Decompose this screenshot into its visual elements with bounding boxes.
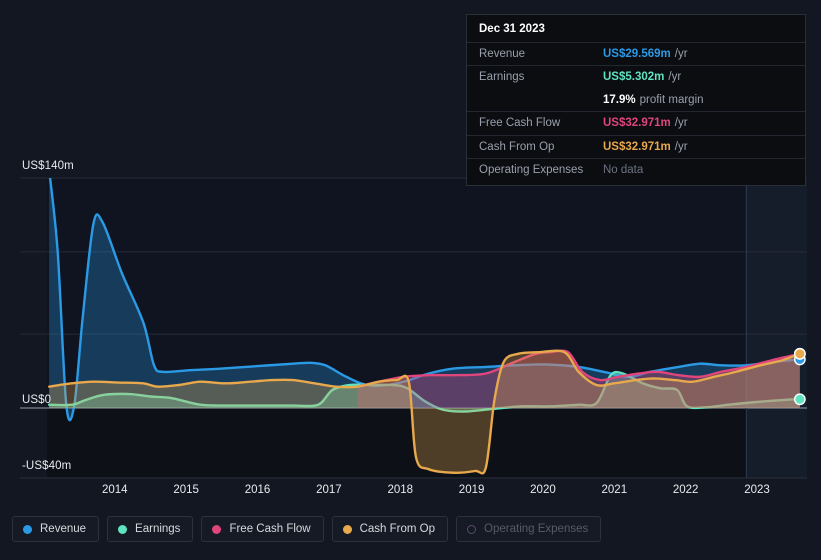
tooltip-row-value: 17.9% (603, 93, 636, 106)
x-axis-tick-2017: 2017 (316, 484, 342, 496)
x-axis-tick-2019: 2019 (458, 484, 485, 496)
series-endpoint-cash-from-op (793, 347, 806, 360)
x-axis-tick-2023: 2023 (744, 484, 770, 496)
tooltip-row-value: US$5.302m (603, 71, 665, 84)
legend-color-dot-icon (342, 524, 352, 534)
forecast-band (746, 178, 807, 478)
tooltip-row-value: US$32.971m (603, 140, 671, 153)
tooltip-row-unit: /yr (668, 71, 682, 84)
tooltip-row-unit: /yr (674, 117, 688, 130)
x-axis-tick-2015: 2015 (173, 484, 199, 496)
legend-item-label: Revenue (40, 523, 87, 535)
legend-item-free-cash-flow[interactable]: Free Cash Flow (201, 516, 324, 542)
legend-item-operating-expenses[interactable]: Operating Expenses (456, 516, 602, 542)
x-axis-tick-2021: 2021 (601, 484, 628, 496)
x-axis-tick-2020: 2020 (530, 484, 556, 496)
tooltip-row-unit: /yr (674, 48, 688, 60)
endpoint-dot-earnings (793, 393, 806, 406)
legend-color-dot-icon (23, 524, 32, 534)
legend-item-earnings[interactable]: Earnings (107, 516, 194, 542)
legend-item-label: Cash From Op (359, 523, 436, 535)
chart-legend: Revenue Earnings Free Cash Flow Cash From O… (12, 516, 602, 542)
legend-color-dot-icon (467, 524, 477, 534)
tooltip-row-value: US$32.971m (603, 117, 671, 130)
y-axis-label-bottom: -US$40m (22, 460, 72, 472)
legend-color-dot-icon (212, 524, 222, 534)
legend-item-label: Free Cash Flow (229, 523, 311, 535)
chart-tooltip: Dec 31 2023 Revenue US$29.569m/yr Earnings… (466, 14, 806, 187)
tooltip-row-label: Cash From Op (479, 140, 555, 153)
tooltip-rows: Revenue US$29.569m/yr Earnings US$5.302m/yr… (467, 42, 805, 181)
legend-item-label: Operating Expenses (484, 523, 589, 535)
y-axis-label-top: US$140m (22, 160, 74, 172)
tooltip-row-earnings: Earnings US$5.302m/yr (467, 65, 805, 88)
tooltip-row-label: Earnings (479, 71, 525, 84)
endpoint-dot-cash-from-op (793, 347, 806, 360)
tooltip-date: Dec 31 2023 (479, 23, 545, 35)
y-axis-label-zero: US$0 (22, 394, 52, 406)
financial-chart-screenshot: { "colors": { "background": "#131722", "… (0, 0, 821, 560)
tooltip-row-value: US$29.569m (603, 48, 671, 60)
legend-item-revenue[interactable]: Revenue (12, 516, 100, 542)
tooltip-row-label: Free Cash Flow (479, 117, 561, 130)
legend-item-label: Earnings (135, 523, 181, 535)
series-endpoint-earnings (793, 393, 806, 406)
chart-svg (20, 177, 807, 479)
tooltip-row-free-cash-flow: Free Cash Flow US$32.971m/yr (467, 111, 805, 134)
tooltip-row-profit-margin: 17.9% profit margin (467, 89, 805, 111)
tooltip-row-cash-from-op: Cash From Op US$32.971m/yr (467, 134, 805, 158)
tooltip-row-unit: /yr (674, 140, 688, 153)
x-axis-tick-2016: 2016 (244, 484, 271, 496)
tooltip-row-operating-expenses: Operating Expenses No data (467, 157, 805, 181)
tooltip-row-value: No data (603, 163, 644, 176)
x-axis-tick-2022: 2022 (672, 484, 699, 496)
legend-color-dot-icon (118, 524, 128, 534)
tooltip-row-unit: profit margin (639, 93, 704, 106)
tooltip-row-label: Operating Expenses (479, 163, 584, 176)
x-axis-tick-2018: 2018 (387, 484, 414, 496)
chart-plot-area (0, 160, 821, 480)
legend-item-cash-from-op[interactable]: Cash From Op (331, 516, 449, 542)
tooltip-row-revenue: Revenue US$29.569m/yr (467, 42, 805, 65)
tooltip-row-label: Revenue (479, 48, 526, 60)
x-axis-tick-2014: 2014 (101, 484, 128, 496)
